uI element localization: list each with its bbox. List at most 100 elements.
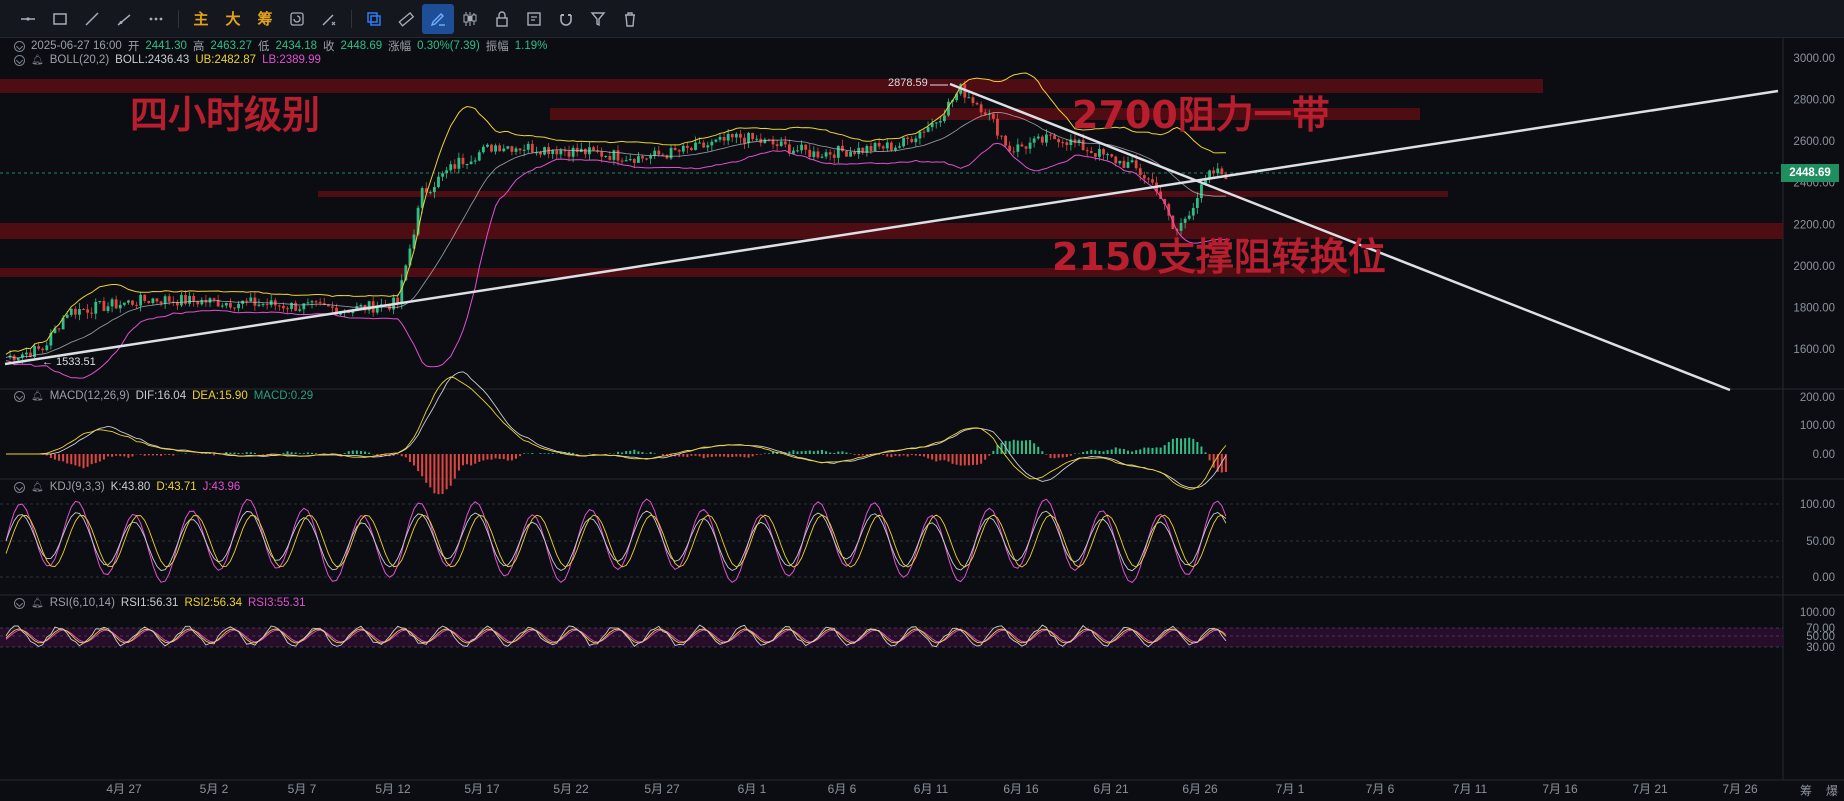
ohlc-datetime: 2025-06-27 16:00: [31, 40, 122, 52]
kdj-axis-label: 50.00: [1806, 536, 1835, 548]
candle-body: [747, 132, 750, 144]
candle-body: [1036, 136, 1040, 139]
candle-body: [898, 146, 901, 148]
candle-body: [804, 144, 808, 150]
collapse-icon[interactable]: [14, 597, 25, 609]
candle-body: [996, 118, 999, 136]
candle-body: [971, 97, 975, 104]
refresh-icon[interactable]: [281, 4, 313, 34]
macd-legend: 🔔︎ MACD(12,26,9) DIF:16.04 DEA:15.90 MAC…: [14, 390, 313, 402]
collapse-icon[interactable]: [14, 481, 25, 493]
ohlc-legend: 2025-06-27 16:00 开 2441.30 高 2463.27 低 2434…: [14, 38, 547, 54]
resistance-annotation[interactable]: 2700阻力一带: [1072, 84, 1330, 139]
candle-body: [192, 295, 196, 302]
candle-body: [212, 298, 216, 300]
candle-body: [779, 141, 783, 146]
alert-bell-icon[interactable]: 🔔︎: [31, 598, 44, 609]
time-axis-label: 5月 2: [199, 782, 229, 796]
candle-body: [1212, 170, 1216, 174]
amplitude-value: 1.19%: [514, 40, 548, 52]
candle-body: [1118, 160, 1122, 164]
time-axis-label: 5月 27: [644, 782, 680, 796]
candle-body: [1081, 139, 1085, 151]
candle-body: [649, 155, 653, 159]
candle-body: [1024, 146, 1028, 149]
horizontal-line-tool-icon[interactable]: [12, 4, 44, 34]
collapse-icon[interactable]: [14, 54, 25, 66]
ray-tool-icon[interactable]: [108, 4, 140, 34]
main-chart-button[interactable]: 主: [185, 4, 217, 34]
candle-body: [726, 133, 730, 141]
toolbar-divider: [178, 9, 179, 28]
candle-body: [592, 147, 595, 151]
alert-bell-icon[interactable]: 🔔︎: [31, 482, 44, 493]
alert-bell-icon[interactable]: 🔔︎: [31, 55, 44, 66]
magnet-icon[interactable]: [550, 4, 582, 34]
macd-name: MACD(12,26,9): [49, 390, 130, 402]
kline-chart[interactable]: 3000.00 2800.00 2600.00 2400.00 2200.00 2000.…: [0, 38, 1844, 801]
candle-body: [37, 346, 41, 349]
filter-icon[interactable]: [582, 4, 614, 34]
edit-line-icon[interactable]: [313, 4, 345, 34]
candle-body: [65, 314, 69, 318]
chip-distribution-button[interactable]: 筹: [249, 4, 281, 34]
change-value: 0.30%(7.39): [417, 40, 480, 52]
support-annotation[interactable]: 2150支撑阻转换位: [1052, 226, 1386, 281]
candle-body: [718, 137, 722, 140]
large-order-button[interactable]: 大: [217, 4, 249, 34]
delete-icon[interactable]: [614, 4, 646, 34]
high-price-tag: 2878.59: [888, 77, 928, 89]
candle-body: [751, 132, 755, 140]
time-axis-label: 7月 16: [1542, 782, 1578, 796]
candle-body: [902, 137, 905, 147]
time-axis-label: 6月 21: [1093, 782, 1129, 796]
candle-body: [457, 157, 461, 169]
candle-body: [526, 143, 530, 150]
candle-body: [914, 138, 918, 143]
candle-body: [200, 299, 204, 305]
ruler-icon[interactable]: [390, 4, 422, 34]
candle-body: [314, 301, 318, 303]
candle-body: [208, 298, 212, 303]
candle-body: [1122, 160, 1126, 168]
lock-icon[interactable]: [486, 4, 518, 34]
candle-body: [710, 141, 714, 146]
candle-body: [98, 300, 102, 302]
candle-body: [184, 295, 187, 304]
candle-body: [1187, 215, 1191, 219]
candle-body: [1200, 184, 1203, 199]
candle-body: [812, 151, 816, 158]
draw-pen-icon[interactable]: [422, 3, 454, 34]
low-label: 低: [257, 41, 270, 53]
candle-body: [477, 152, 481, 161]
candle-body: [918, 131, 922, 139]
candle-body: [885, 142, 889, 149]
change-label: 涨幅: [388, 41, 412, 53]
candlestick-icon[interactable]: [454, 4, 486, 34]
candle-body: [1016, 144, 1020, 152]
more-tools-icon[interactable]: [140, 4, 172, 34]
candle-body: [632, 159, 636, 163]
candle-body: [869, 146, 873, 151]
time-axis-label: 5月 17: [464, 782, 500, 796]
alert-bell-icon[interactable]: 🔔︎: [31, 391, 44, 402]
trend-line-tool-icon[interactable]: [76, 4, 108, 34]
kdj-axis-label: 0.00: [1813, 572, 1835, 584]
liquidation-toggle-button[interactable]: 爆: [1826, 782, 1838, 799]
candle-body: [694, 142, 697, 150]
timeframe-annotation[interactable]: 四小时级别: [130, 84, 320, 139]
candle-body: [306, 302, 310, 304]
candle-body: [437, 176, 440, 188]
chart-canvas[interactable]: 3000.002800.002600.002400.002200.002000.…: [0, 38, 1844, 801]
candle-body: [167, 296, 171, 302]
candle-body: [1028, 142, 1032, 149]
candle-body: [575, 147, 579, 153]
candle-body: [375, 307, 379, 313]
collapse-icon[interactable]: [14, 40, 25, 52]
rectangle-tool-icon[interactable]: [44, 4, 76, 34]
time-axis[interactable]: 4月 27 5月 2 5月 7 5月 12 5月 17 5月 22 5月 27 6月 1 6月 …: [0, 780, 1844, 801]
collapse-icon[interactable]: [14, 390, 25, 402]
settings-panel-icon[interactable]: [518, 4, 550, 34]
chip-toggle-button[interactable]: 筹: [1800, 782, 1812, 799]
copy-icon[interactable]: [358, 4, 390, 34]
